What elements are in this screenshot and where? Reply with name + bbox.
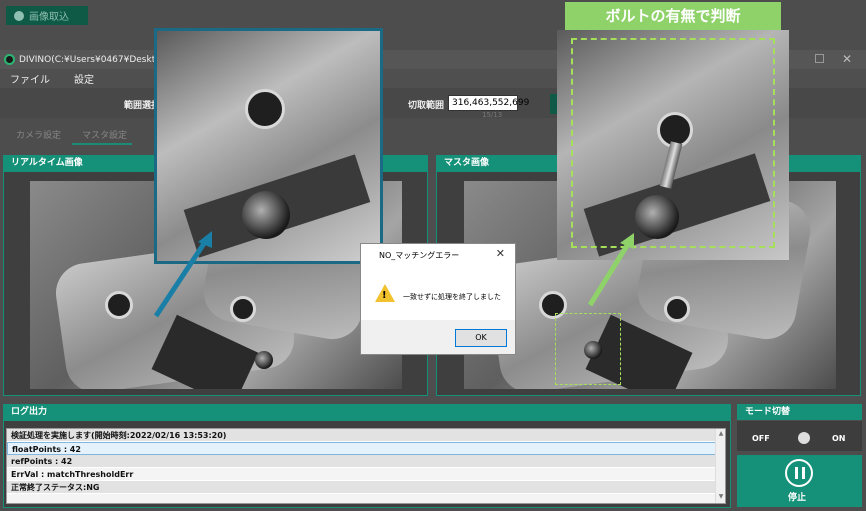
master-roi-box (555, 313, 621, 385)
active-tab-indicator (72, 143, 132, 145)
log-line: 検証処理を実施します(開始時刻:2022/02/16 13:53:20) (7, 429, 725, 442)
log-output-list[interactable]: 検証処理を実施します(開始時刻:2022/02/16 13:53:20) flo… (6, 428, 726, 504)
log-line: ErrVal : matchThresholdErr (7, 468, 725, 481)
zoom-callout-missing-bolt (154, 28, 383, 264)
capture-image-button[interactable]: 画像取込 (6, 6, 88, 25)
close-icon[interactable]: ✕ (842, 52, 852, 66)
scale-text: 15/13 (482, 111, 503, 119)
tab-camera-settings[interactable]: カメラ設定 (16, 128, 61, 141)
log-line: refPoints : 42 (7, 455, 725, 468)
log-panel-header: ログ出力 (3, 404, 731, 420)
bolt-detection-box (571, 38, 775, 248)
warning-mark: ! (382, 290, 387, 301)
tab-mask-settings[interactable]: マスタ設定 (82, 128, 127, 141)
camera-icon (14, 10, 24, 21)
pause-bar-left (795, 467, 798, 479)
log-line[interactable]: floatPoints : 42 (7, 442, 725, 455)
menu-file[interactable]: ファイル (10, 71, 50, 86)
log-scrollbar[interactable]: ▲ ▼ (715, 429, 725, 503)
dialog-close-icon[interactable]: ✕ (496, 247, 505, 260)
crop-range-input[interactable]: 316,463,552,699 (448, 95, 529, 111)
window-title: DIVINO(C:¥Users¥0467¥Desktop¥DIVI (19, 54, 169, 65)
scroll-up-icon[interactable]: ▲ (717, 430, 725, 438)
pause-bar-right (802, 467, 805, 479)
ok-button[interactable]: OK (455, 329, 507, 347)
mode-on-label: ON (832, 434, 846, 443)
dialog-body: ! 一致せずに処理を終了しました (361, 268, 515, 320)
annotation-label: ボルトの有無で判断 (565, 2, 781, 30)
restore-icon[interactable] (815, 54, 824, 63)
log-line: 正常終了ステータス:NG (7, 481, 725, 494)
matching-error-dialog: NO_マッチングエラー ✕ ! 一致せずに処理を終了しました OK (360, 243, 516, 355)
mode-off-label: OFF (752, 434, 770, 443)
mode-panel-header: モード切替 (737, 404, 862, 420)
crop-range-label: 切取範囲 (408, 101, 445, 111)
dialog-footer: OK (361, 320, 515, 354)
mode-toggle-knob[interactable] (798, 432, 810, 444)
menu-settings[interactable]: 設定 (74, 71, 94, 86)
divino-logo-icon (4, 54, 15, 65)
capture-label: 画像取込 (29, 12, 69, 23)
dialog-title: NO_マッチングエラー (379, 251, 460, 260)
scroll-down-icon[interactable]: ▼ (717, 493, 725, 501)
stop-label: 停止 (788, 493, 807, 503)
pause-icon (785, 459, 813, 487)
dialog-message: 一致せずに処理を終了しました (403, 293, 501, 301)
